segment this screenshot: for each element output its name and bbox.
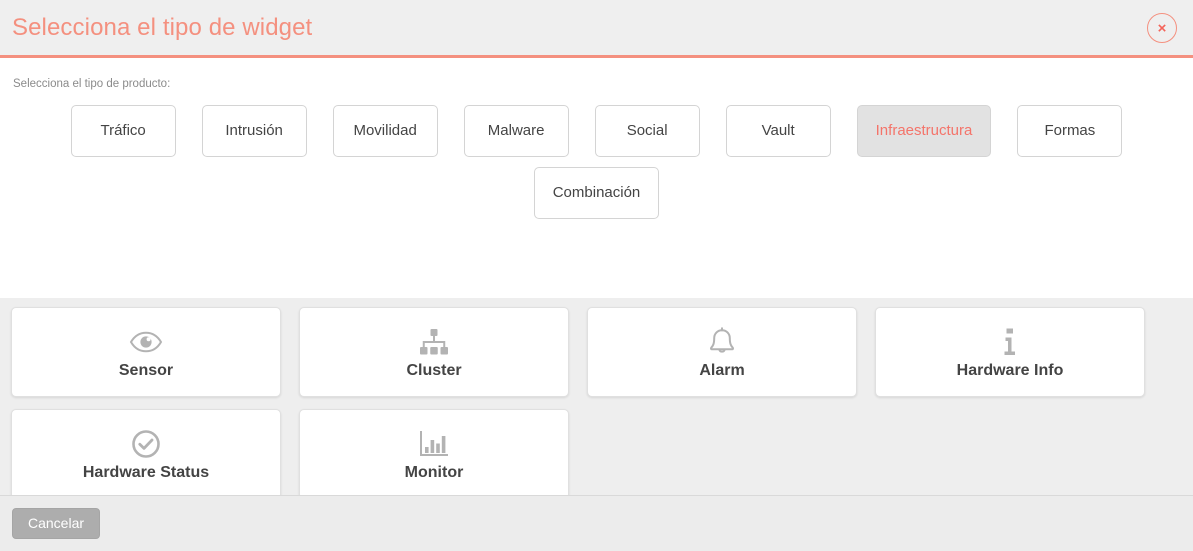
modal-body: Selecciona el tipo de producto: Tráfico … xyxy=(0,58,1193,495)
product-type-selector: Tráfico Intrusión Movilidad Malware Soci… xyxy=(0,91,1193,219)
widget-label: Alarm xyxy=(699,362,745,379)
widget-card-monitor[interactable]: Monitor xyxy=(299,409,569,495)
product-btn-social[interactable]: Social xyxy=(594,104,700,157)
product-btn-formas[interactable]: Formas xyxy=(1017,104,1123,157)
cancel-button[interactable]: Cancelar xyxy=(12,507,101,540)
info-icon xyxy=(1001,325,1019,359)
widget-label: Cluster xyxy=(406,362,462,379)
widget-card-cluster[interactable]: Cluster xyxy=(299,307,569,397)
widget-label: Sensor xyxy=(118,362,174,379)
modal-footer: Cancelar xyxy=(0,495,1193,551)
product-btn-vault[interactable]: Vault xyxy=(725,104,831,157)
product-btn-trafico[interactable]: Tráfico xyxy=(70,104,176,157)
product-type-row: Combinación xyxy=(0,166,1193,219)
widget-card-alarm[interactable]: Alarm xyxy=(587,307,857,397)
widget-card-hardware-info[interactable]: Hardware Info xyxy=(875,307,1145,397)
eye-icon xyxy=(129,325,163,359)
widget-grid: Sensor Cluster Alarm Hardware Info Hardw… xyxy=(0,298,1193,495)
product-type-row: Tráfico Intrusión Movilidad Malware Soci… xyxy=(0,104,1193,157)
widget-row: Sensor Cluster Alarm Hardware Info xyxy=(0,307,1193,409)
modal-header: Selecciona el tipo de widget × xyxy=(0,0,1193,58)
bar-chart-icon xyxy=(419,427,449,461)
product-btn-combinacion[interactable]: Combinación xyxy=(533,166,660,219)
sitemap-icon xyxy=(419,325,449,359)
widget-label: Hardware Info xyxy=(956,362,1064,379)
widget-type-modal: Selecciona el tipo de widget × Seleccion… xyxy=(0,0,1193,551)
product-type-label: Selecciona el tipo de producto: xyxy=(13,78,171,90)
product-btn-malware[interactable]: Malware xyxy=(463,104,569,157)
widget-card-sensor[interactable]: Sensor xyxy=(11,307,281,397)
page-title: Selecciona el tipo de widget xyxy=(12,14,313,41)
product-btn-intrusion[interactable]: Intrusión xyxy=(201,104,307,157)
check-circle-icon xyxy=(131,427,161,461)
close-icon: × xyxy=(1157,19,1167,37)
widget-row: Hardware Status Monitor xyxy=(0,409,1193,495)
product-btn-infraestructura[interactable]: Infraestructura xyxy=(856,104,992,157)
widget-label: Monitor xyxy=(404,464,464,481)
widget-card-hardware-status[interactable]: Hardware Status xyxy=(11,409,281,495)
bell-icon xyxy=(708,325,736,359)
product-btn-movilidad[interactable]: Movilidad xyxy=(332,104,438,157)
close-button[interactable]: × xyxy=(1147,13,1177,43)
widget-label: Hardware Status xyxy=(82,464,210,481)
